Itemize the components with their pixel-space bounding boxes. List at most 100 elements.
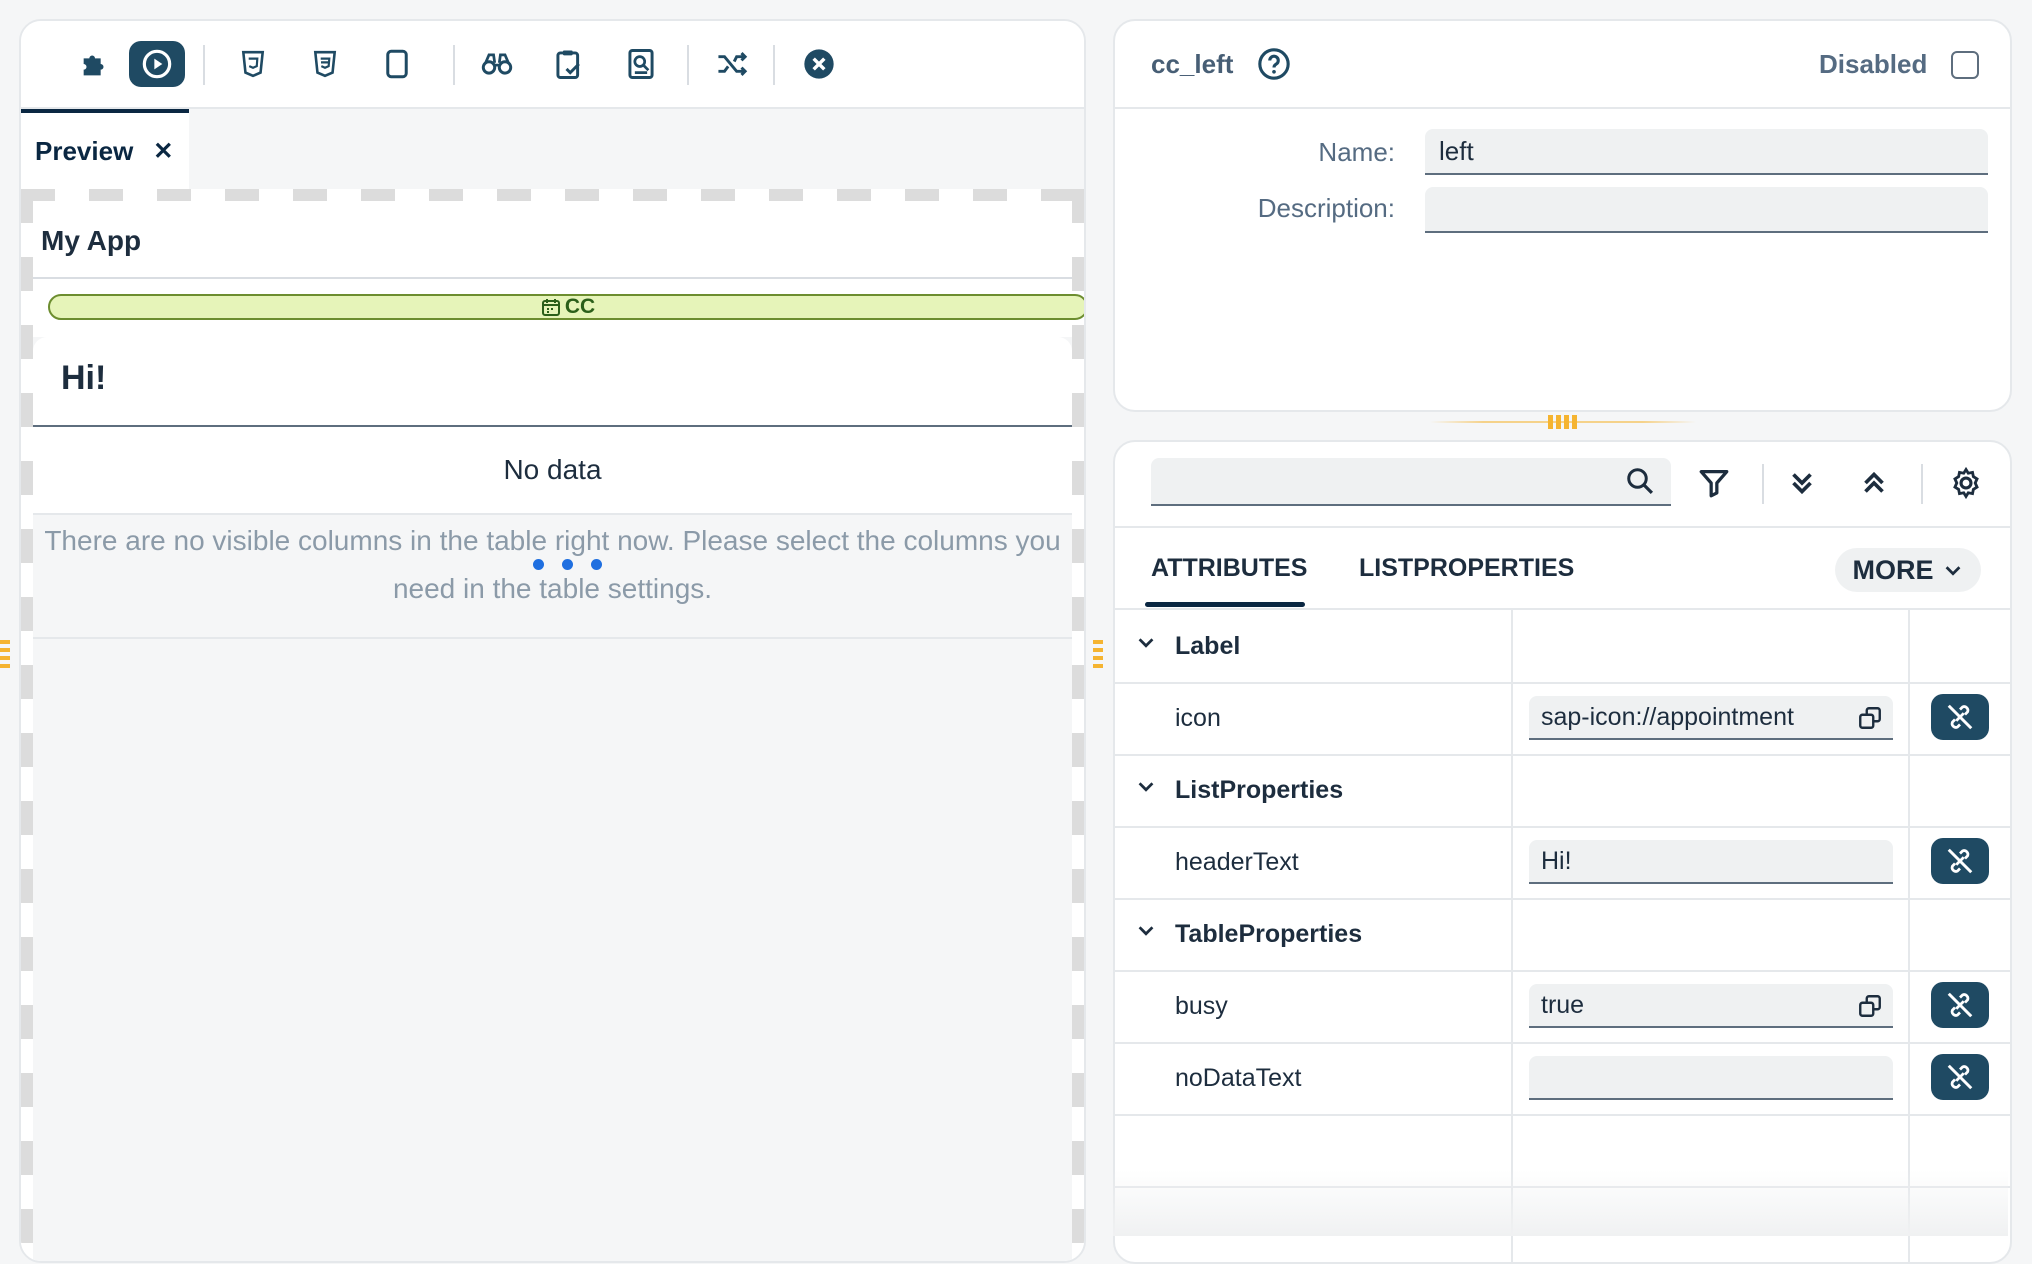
- html5-icon: [241, 50, 265, 78]
- headertext-input[interactable]: Hi!: [1529, 840, 1893, 884]
- device-icon: [386, 49, 408, 79]
- busy-dot: [533, 559, 544, 570]
- app-header-divider: [33, 277, 1072, 279]
- document-search-icon: [628, 48, 654, 80]
- table: Hi! No data There are no visible columns…: [33, 337, 1072, 1261]
- name-input[interactable]: left: [1425, 129, 1988, 175]
- html-button[interactable]: [225, 41, 281, 87]
- css3-icon: [313, 50, 337, 78]
- preview-toolbar: [21, 21, 1084, 109]
- toolbar-separator: [453, 45, 455, 85]
- group-row-listproperties[interactable]: ListProperties: [1115, 754, 2010, 828]
- group-label: Label: [1175, 632, 1241, 660]
- filter-icon[interactable]: [1697, 466, 1731, 500]
- left-splitter-grip[interactable]: [0, 640, 10, 670]
- center-splitter-grip[interactable]: [1093, 640, 1103, 670]
- icon-value-input[interactable]: sap-icon://appointment: [1529, 696, 1893, 740]
- shuffle-icon: [718, 52, 748, 76]
- icon-value: sap-icon://appointment: [1541, 702, 1794, 731]
- css-button[interactable]: [297, 41, 353, 87]
- preview-panel: Preview ✕ My App CC Hi! No data There ar…: [19, 19, 1086, 1263]
- search-input[interactable]: [1151, 458, 1671, 506]
- more-tabs-button[interactable]: MORE: [1835, 548, 1981, 592]
- disabled-checkbox[interactable]: [1951, 51, 1979, 79]
- group-row-tableproperties[interactable]: TableProperties: [1115, 898, 2010, 972]
- busy-dot: [562, 559, 573, 570]
- play-button[interactable]: [129, 41, 185, 87]
- binding-button[interactable]: [1931, 982, 1989, 1028]
- bottom-fade: [1113, 1170, 2008, 1236]
- properties-toolbar: [1115, 442, 2010, 528]
- unlink-icon: [1947, 992, 1973, 1018]
- group-label: TableProperties: [1175, 920, 1363, 948]
- binding-button[interactable]: [1931, 838, 1989, 884]
- frame-border-right: [1072, 189, 1084, 1261]
- search-icon[interactable]: [1625, 466, 1655, 496]
- collapse-all-icon[interactable]: [1857, 466, 1891, 500]
- binoculars-icon: [481, 53, 513, 75]
- tab-preview[interactable]: Preview ✕: [21, 109, 189, 189]
- property-row-nodatatext: noDataText: [1115, 1042, 2010, 1116]
- properties-tabs: ATTRIBUTES LISTPROPERTIES MORE: [1115, 528, 2010, 610]
- value-help-icon[interactable]: [1857, 705, 1883, 731]
- control-panel-header: cc_left Disabled: [1115, 21, 2010, 109]
- property-row-icon: icon sap-icon://appointment: [1115, 682, 2010, 756]
- help-icon[interactable]: [1257, 47, 1291, 81]
- property-name: headerText: [1175, 848, 1299, 876]
- tab-attributes[interactable]: ATTRIBUTES: [1151, 554, 1307, 583]
- nodatatext-input[interactable]: [1529, 1056, 1893, 1100]
- close-icon: [804, 49, 834, 79]
- clipboard-button[interactable]: [541, 41, 597, 87]
- puzzle-icon: [83, 55, 104, 76]
- disabled-label: Disabled: [1819, 49, 1928, 79]
- name-label: Name:: [1318, 137, 1395, 167]
- group-row-label[interactable]: Label: [1115, 610, 2010, 684]
- custom-control-bar[interactable]: CC: [48, 294, 1084, 320]
- device-button[interactable]: [369, 41, 425, 87]
- description-input[interactable]: [1425, 187, 1988, 233]
- more-label: MORE: [1852, 554, 1934, 585]
- busy-input[interactable]: true: [1529, 984, 1893, 1028]
- close-preview-button[interactable]: [791, 41, 847, 87]
- no-data-text: No data: [503, 454, 602, 485]
- toolbar-separator: [1921, 464, 1923, 504]
- group-label: ListProperties: [1175, 776, 1344, 804]
- unlink-icon: [1947, 848, 1973, 874]
- puzzle-button[interactable]: [67, 41, 123, 87]
- chevron-down-icon[interactable]: [1135, 632, 1157, 654]
- find-button[interactable]: [469, 41, 525, 87]
- chevron-down-icon[interactable]: [1135, 776, 1157, 798]
- chevron-down-icon: [1945, 566, 1960, 576]
- properties-panel: ATTRIBUTES LISTPROPERTIES MORE Label ico…: [1113, 440, 2012, 1264]
- property-row-busy: busy true: [1115, 970, 2010, 1044]
- tab-bar: Preview ✕: [21, 109, 1084, 189]
- unlink-icon: [1947, 704, 1973, 730]
- property-name: icon: [1175, 704, 1221, 732]
- table-header: Hi!: [33, 337, 1072, 427]
- tab-listproperties[interactable]: LISTPROPERTIES: [1359, 554, 1574, 583]
- app-title: My App: [41, 225, 142, 256]
- chevron-down-icon[interactable]: [1135, 920, 1157, 942]
- horizontal-splitter-grip[interactable]: [1548, 415, 1578, 429]
- tab-preview-label: Preview: [35, 135, 134, 166]
- toolbar-separator: [1762, 464, 1764, 504]
- binding-button[interactable]: [1931, 694, 1989, 740]
- gear-icon[interactable]: [1949, 466, 1983, 500]
- expand-all-icon[interactable]: [1785, 466, 1819, 500]
- active-tab-indicator: [1145, 602, 1305, 607]
- properties-grid: Label icon sap-icon://appointment ListPr…: [1115, 610, 2010, 1262]
- no-data-row: No data: [33, 427, 1072, 515]
- clipboard-check-icon: [556, 50, 580, 80]
- shuffle-button[interactable]: [705, 41, 761, 87]
- description-label: Description:: [1257, 193, 1395, 223]
- binding-button[interactable]: [1931, 1054, 1989, 1100]
- tab-close-icon[interactable]: ✕: [153, 137, 173, 166]
- control-name-title: cc_left: [1151, 49, 1234, 79]
- value-help-icon[interactable]: [1857, 993, 1883, 1019]
- calendar-icon: [541, 299, 560, 316]
- headertext-value: Hi!: [1541, 846, 1572, 875]
- play-icon: [142, 49, 172, 79]
- table-divider: [33, 637, 1072, 639]
- document-search-button[interactable]: [613, 41, 669, 87]
- busy-value: true: [1541, 990, 1585, 1019]
